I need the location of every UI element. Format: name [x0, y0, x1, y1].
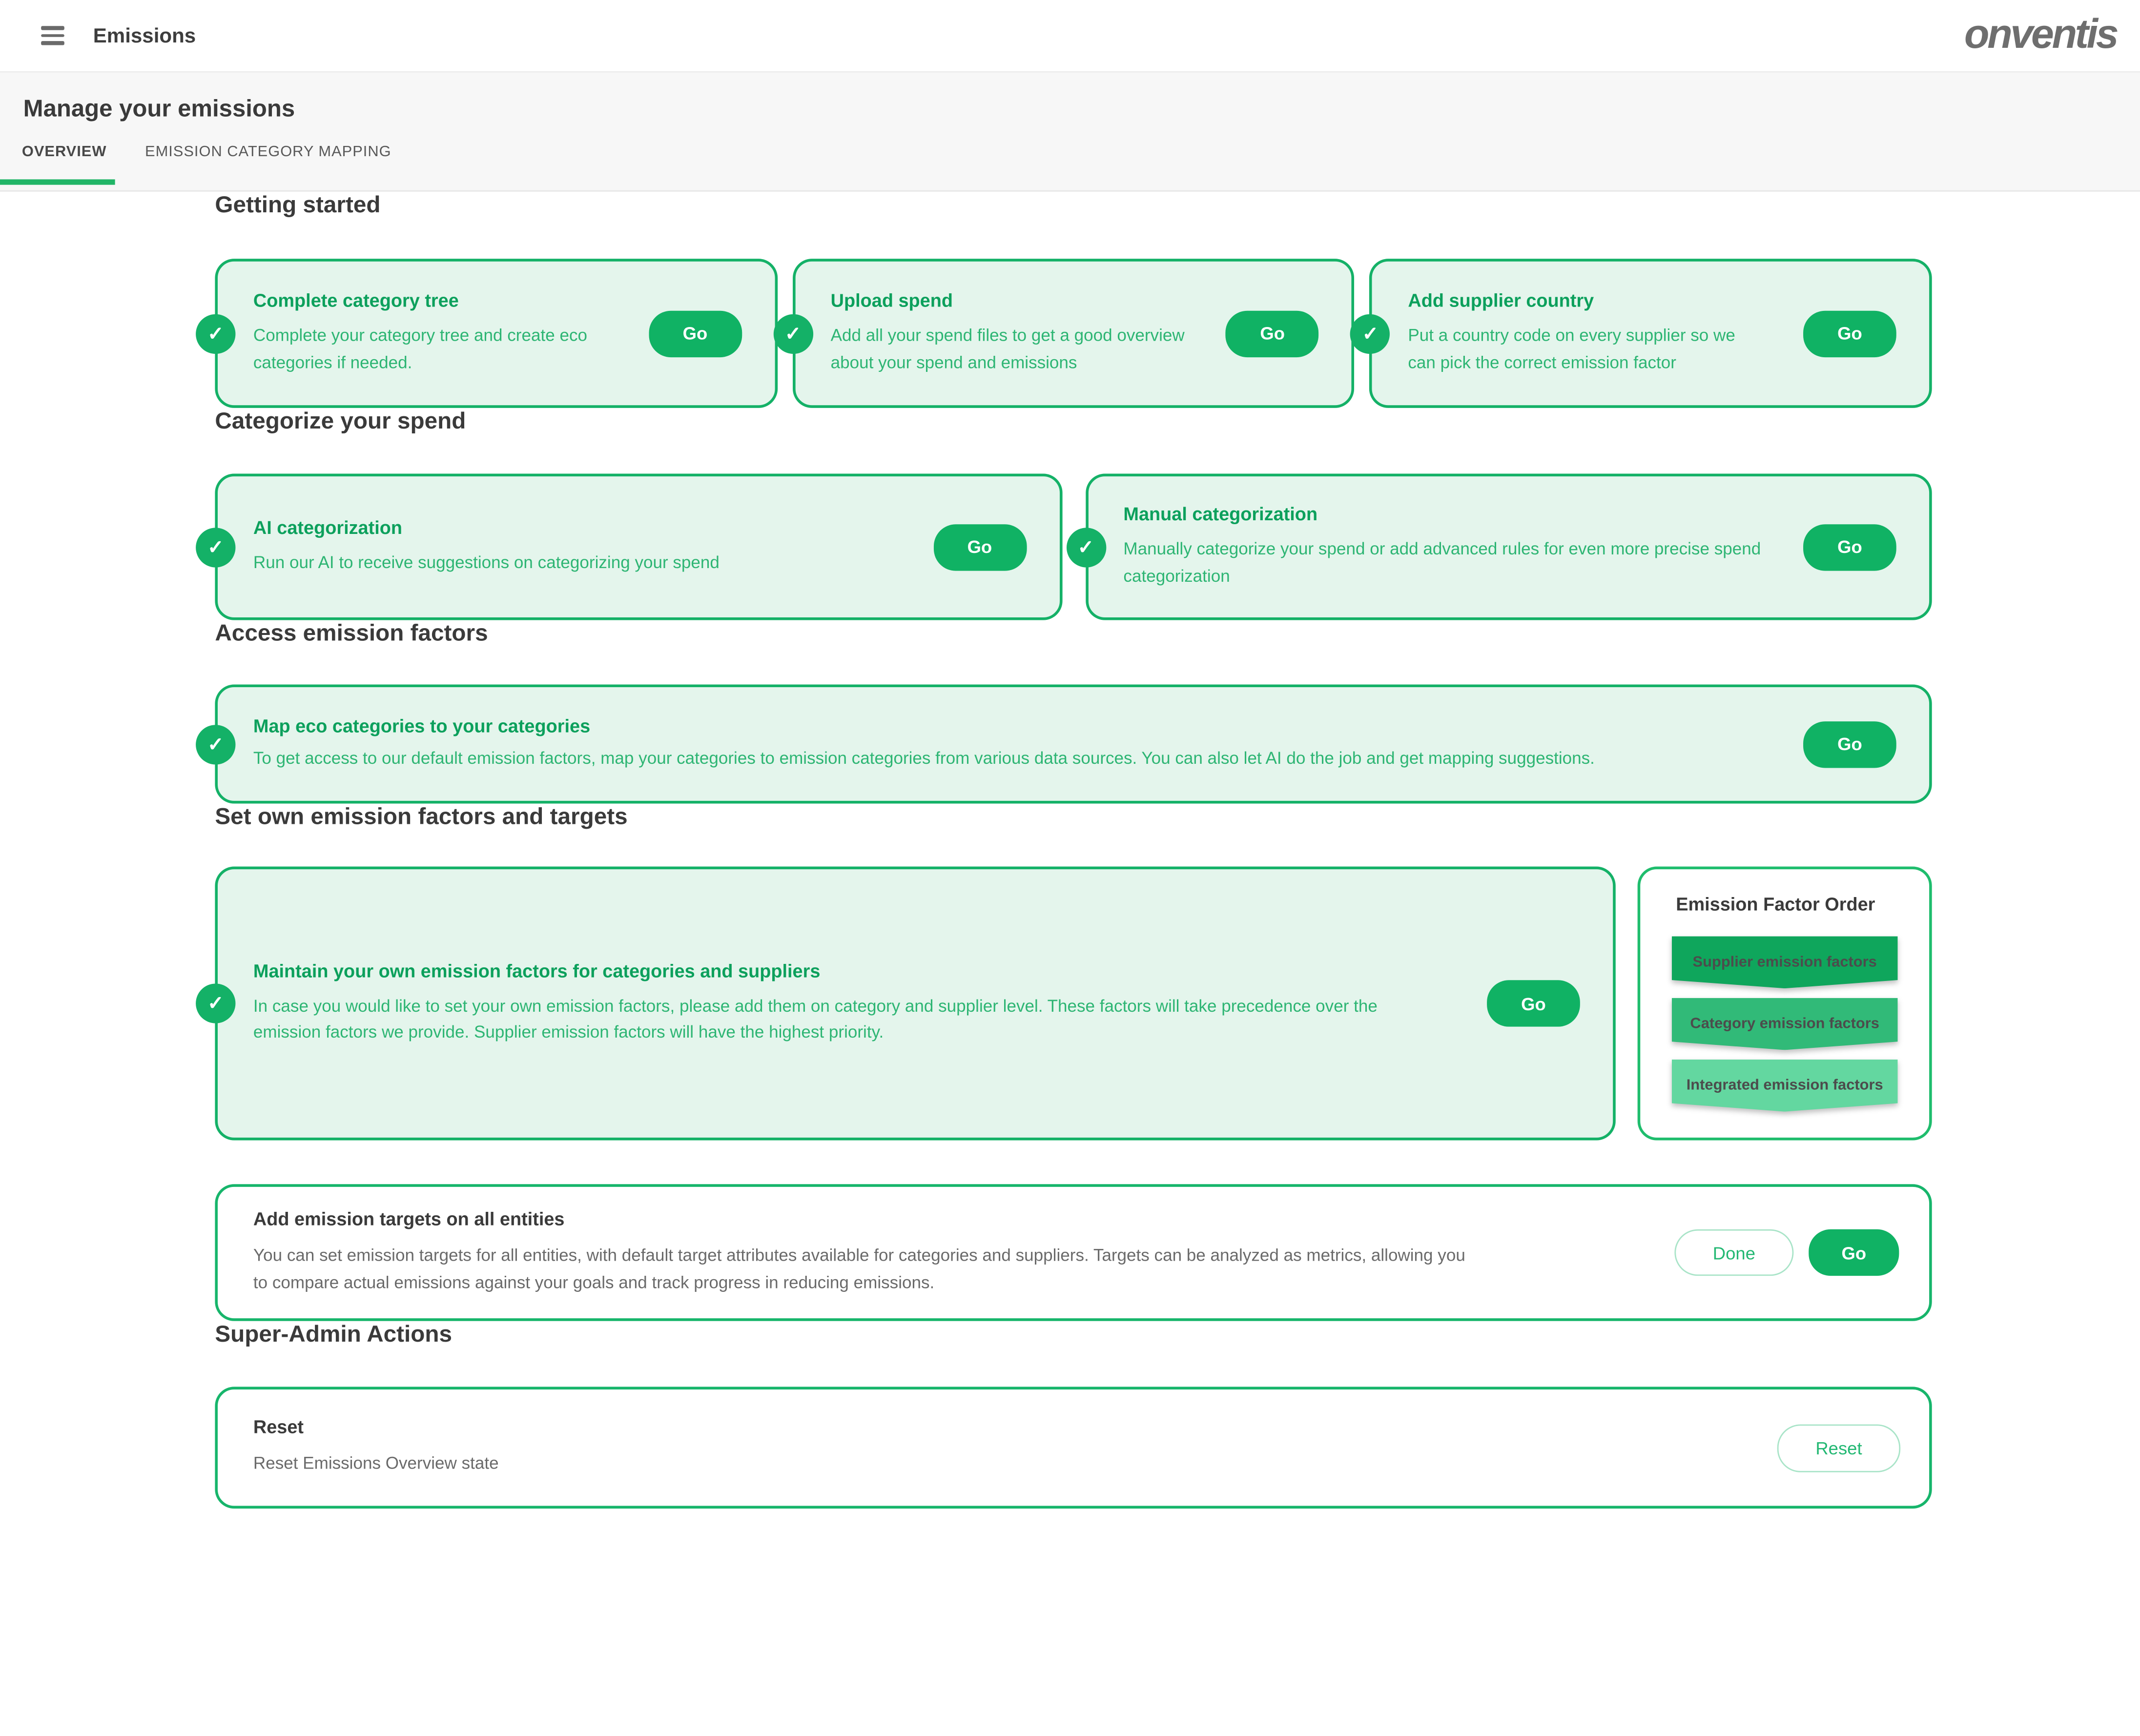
go-button-emission-targets[interactable]: Go — [1809, 1229, 1899, 1276]
card-manual-categorization: ✓ Manual categorization Manually categor… — [1085, 473, 1932, 620]
onventis-logo: onventis — [1964, 12, 2117, 59]
card-description: Put a country code on every supplier so … — [1408, 323, 1767, 376]
check-icon: ✓ — [1066, 527, 1106, 567]
card-title: Maintain your own emission factors for c… — [253, 960, 1435, 981]
card-description: You can set emission targets for all ent… — [253, 1243, 1478, 1296]
card-description: Reset Emissions Overview state — [253, 1451, 1724, 1478]
card-complete-category-tree: ✓ Complete category tree Complete your c… — [215, 259, 777, 408]
section-heading-getting-started: Getting started — [215, 192, 1932, 219]
card-maintain-own-emission-factors: ✓ Maintain your own emission factors for… — [215, 867, 1615, 1141]
card-description: Add all your spend files to get a good o… — [831, 323, 1190, 376]
active-tab-indicator — [0, 179, 115, 184]
ribbon-category-emission-factors: Category emission factors — [1672, 998, 1898, 1050]
categorize-row: ✓ AI categorization Run our AI to receiv… — [215, 473, 1932, 620]
go-button-complete-category-tree[interactable]: Go — [649, 310, 742, 356]
card-reset: Reset Reset Emissions Overview state Res… — [215, 1387, 1932, 1509]
app-header: Emissions onventis — [0, 0, 2140, 73]
go-button-add-supplier-country[interactable]: Go — [1803, 310, 1896, 356]
card-map-eco-categories: ✓ Map eco categories to your categories … — [215, 684, 1932, 803]
go-button-manual-categorization[interactable]: Go — [1803, 524, 1896, 570]
go-button-ai-categorization[interactable]: Go — [933, 524, 1027, 570]
check-icon: ✓ — [196, 527, 235, 567]
card-add-emission-targets: Add emission targets on all entities You… — [215, 1184, 1932, 1321]
getting-started-row: ✓ Complete category tree Complete your c… — [215, 259, 1932, 408]
ribbon-wrap: Integrated emission factors — [1672, 1060, 1898, 1112]
emission-factor-order-panel: Emission Factor Order Supplier emission … — [1638, 867, 1932, 1141]
hamburger-icon — [41, 26, 64, 44]
app-title: Emissions — [93, 24, 196, 47]
section-heading-categorize-spend: Categorize your spend — [215, 408, 1932, 435]
check-icon: ✓ — [1351, 313, 1390, 353]
card-title: Map eco categories to your categories — [253, 715, 1770, 736]
check-icon: ✓ — [196, 313, 235, 353]
section-heading-super-admin: Super-Admin Actions — [215, 1321, 1932, 1348]
set-own-row: ✓ Maintain your own emission factors for… — [215, 867, 1932, 1141]
ribbon-wrap: Category emission factors — [1672, 998, 1898, 1050]
targets-card-actions: Done Go — [1674, 1229, 1899, 1276]
card-title: Add supplier country — [1408, 290, 1787, 311]
section-heading-set-own-factors: Set own emission factors and targets — [215, 803, 1932, 831]
emission-factor-order-title: Emission Factor Order — [1676, 894, 1929, 915]
card-title: AI categorization — [253, 517, 917, 538]
page-header-band: Manage your emissions OVERVIEW EMISSION … — [0, 73, 2140, 192]
menu-button[interactable] — [41, 26, 64, 44]
card-title: Manual categorization — [1123, 504, 1787, 524]
check-icon: ✓ — [196, 724, 235, 764]
card-description: To get access to our default emission fa… — [253, 746, 1770, 773]
tab-emission-category-mapping[interactable]: EMISSION CATEGORY MAPPING — [145, 144, 391, 161]
reset-button[interactable]: Reset — [1777, 1424, 1900, 1471]
card-upload-spend: ✓ Upload spend Add all your spend files … — [792, 259, 1355, 408]
card-title: Add emission targets on all entities — [253, 1209, 1478, 1229]
check-icon: ✓ — [196, 983, 235, 1023]
ribbon-wrap: Supplier emission factors — [1672, 937, 1898, 989]
card-description: In case you would like to set your own e… — [253, 993, 1434, 1046]
done-button[interactable]: Done — [1674, 1229, 1793, 1276]
page-title: Manage your emissions — [0, 73, 2140, 123]
main-content: Getting started ✓ Complete category tree… — [0, 192, 2140, 1522]
go-button-maintain-emission-factors[interactable]: Go — [1487, 980, 1580, 1026]
card-add-supplier-country: ✓ Add supplier country Put a country cod… — [1370, 259, 1932, 408]
app-viewport: Emissions onventis Manage your emissions… — [0, 0, 2140, 1736]
ribbon-supplier-emission-factors: Supplier emission factors — [1672, 937, 1898, 989]
ribbon-integrated-emission-factors: Integrated emission factors — [1672, 1060, 1898, 1112]
card-title: Reset — [253, 1417, 1724, 1438]
card-description: Run our AI to receive suggestions on cat… — [253, 550, 917, 577]
card-description: Manually categorize your spend or add ad… — [1123, 537, 1787, 590]
tab-overview[interactable]: OVERVIEW — [22, 144, 107, 161]
card-ai-categorization: ✓ AI categorization Run our AI to receiv… — [215, 473, 1062, 620]
tab-bar: OVERVIEW EMISSION CATEGORY MAPPING — [0, 144, 2140, 161]
check-icon: ✓ — [773, 313, 813, 353]
card-title: Complete category tree — [253, 290, 632, 311]
card-description: Complete your category tree and create e… — [253, 323, 612, 376]
section-heading-access-emission-factors: Access emission factors — [215, 620, 1932, 648]
card-title: Upload spend — [831, 290, 1210, 311]
go-button-map-eco-categories[interactable]: Go — [1803, 721, 1896, 767]
go-button-upload-spend[interactable]: Go — [1226, 310, 1319, 356]
